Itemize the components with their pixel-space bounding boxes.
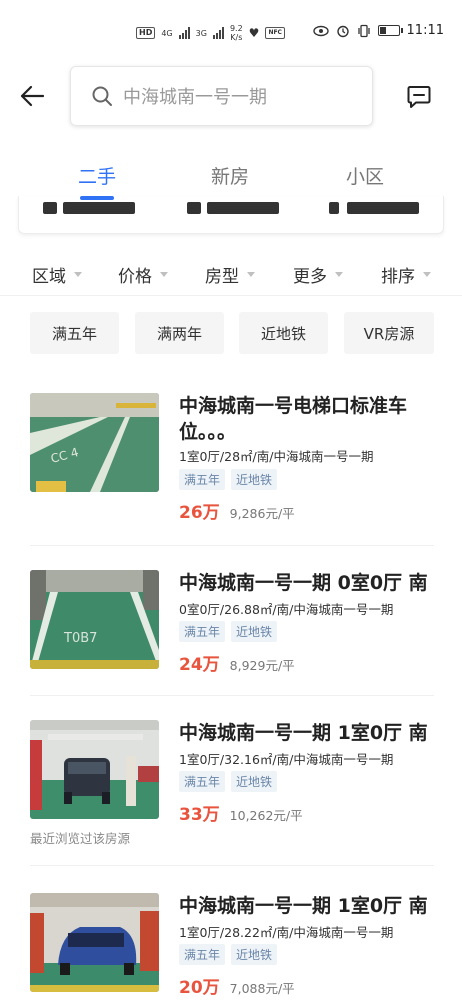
alarm-icon — [336, 25, 349, 37]
filter-more[interactable]: 更多 — [293, 262, 343, 287]
listing-divider — [30, 545, 434, 546]
listing-total-price: 26万 — [179, 503, 220, 523]
listing-item[interactable]: CC 4 中海城南一号电梯口标准车位。。。 1室0厅/28㎡/南/中海城南一号一… — [30, 393, 434, 523]
listing-tags: 满五年 近地铁 — [179, 771, 278, 792]
listing-info: 1室0厅/32.16㎡/南/中海城南一号一期 — [179, 752, 394, 767]
caret-down-icon — [160, 272, 168, 277]
listing-tag: 近地铁 — [231, 771, 278, 792]
listing-price: 20万 7,088元/平 — [179, 973, 295, 998]
search-input[interactable]: 中海城南一号一期 — [70, 66, 373, 126]
quick-tag-near-subway[interactable]: 近地铁 — [239, 312, 328, 354]
caret-down-icon — [247, 272, 255, 277]
tab-second-hand[interactable]: 二手 — [78, 162, 116, 189]
listing-price: 33万 10,262元/平 — [179, 800, 303, 825]
caret-down-icon — [335, 272, 343, 277]
clock: 11:11 — [406, 23, 444, 38]
listing-tag: 近地铁 — [231, 469, 278, 490]
status-bar: HD 4G 3G 9.2 K/s ♥ NFC 11:11 — [0, 0, 462, 60]
listing-tag: 满五年 — [179, 621, 226, 642]
listing-tag: 满五年 — [179, 771, 226, 792]
listing-unit-price: 9,286元/平 — [229, 506, 295, 521]
filter-bar: 区域 价格 房型 更多 排序 — [0, 250, 462, 296]
listing-total-price: 33万 — [179, 805, 220, 825]
listing-title: 中海城南一号一期 0室0厅 南 — [179, 572, 428, 594]
listing-unit-price: 7,088元/平 — [229, 981, 295, 996]
filter-sort[interactable]: 排序 — [381, 262, 431, 287]
signal-icon — [178, 27, 190, 39]
quick-tag-two-years[interactable]: 满两年 — [135, 312, 224, 354]
signal-icon-2 — [212, 27, 224, 39]
tab-community[interactable]: 小区 — [346, 162, 384, 189]
listing-tags: 满五年 近地铁 — [179, 621, 278, 642]
listing-tag: 近地铁 — [231, 944, 278, 965]
caret-down-icon — [423, 272, 431, 277]
listing-tag: 满五年 — [179, 944, 226, 965]
quick-tag-five-years[interactable]: 满五年 — [30, 312, 119, 354]
search-header: 中海城南一号一期 — [0, 64, 462, 128]
network-4g-label: 4G — [161, 28, 173, 38]
quick-tag-vr[interactable]: VR房源 — [344, 312, 434, 354]
listing-title: 中海城南一号一期 1室0厅 南 — [179, 895, 428, 917]
network-3g-label: 3G — [195, 28, 207, 38]
search-placeholder: 中海城南一号一期 — [123, 87, 267, 108]
network-speed: 9.2 K/s — [229, 24, 243, 42]
listing-unit-price: 10,262元/平 — [229, 808, 303, 823]
listing-divider — [30, 695, 434, 696]
listing-price: 26万 9,286元/平 — [179, 498, 295, 523]
listing-photo — [30, 893, 159, 992]
scrolled-shortcut-card — [18, 196, 444, 234]
listing-title: 中海城南一号电梯口标准车位。。。 — [179, 395, 408, 443]
listing-info: 1室0厅/28.22㎡/南/中海城南一号一期 — [179, 925, 394, 940]
eye-icon — [312, 25, 329, 36]
category-tabs: 二手 新房 小区 — [0, 150, 462, 200]
back-arrow-icon[interactable] — [18, 82, 46, 110]
filter-price[interactable]: 价格 — [118, 262, 168, 287]
listing-item[interactable]: 中海城南一号一期 1室0厅 南 1室0厅/28.22㎡/南/中海城南一号一期 满… — [30, 893, 434, 998]
quick-filter-tags: 满五年 满两年 近地铁 VR房源 — [0, 312, 462, 354]
hd-indicator: HD — [136, 27, 156, 39]
battery-icon — [377, 25, 403, 36]
listing-tag: 满五年 — [179, 469, 226, 490]
listing-photo: T0B7 — [30, 570, 159, 669]
listing-total-price: 24万 — [179, 655, 220, 675]
filter-area[interactable]: 区域 — [32, 262, 82, 287]
listing-tags: 满五年 近地铁 — [179, 469, 278, 490]
listing-tag: 近地铁 — [231, 621, 278, 642]
search-icon — [92, 86, 112, 106]
caret-down-icon — [74, 272, 82, 277]
listing-title: 中海城南一号一期 1室0厅 南 — [179, 722, 428, 744]
listing-item[interactable]: 中海城南一号一期 1室0厅 南 1室0厅/32.16㎡/南/中海城南一号一期 满… — [30, 720, 434, 825]
vibrate-icon — [357, 24, 370, 37]
listing-price: 24万 8,929元/平 — [179, 650, 295, 675]
message-icon[interactable] — [406, 84, 432, 110]
tab-new-house[interactable]: 新房 — [211, 162, 249, 189]
filter-layout[interactable]: 房型 — [205, 262, 255, 287]
listing-photo: CC 4 — [30, 393, 159, 492]
listing-info: 0室0厅/26.88㎡/南/中海城南一号一期 — [179, 602, 394, 617]
svg-text:T0B7: T0B7 — [63, 631, 97, 646]
listing-tags: 满五年 近地铁 — [179, 944, 278, 965]
listing-divider — [30, 865, 434, 866]
listing-item[interactable]: T0B7 中海城南一号一期 0室0厅 南 0室0厅/26.88㎡/南/中海城南一… — [30, 570, 434, 675]
nfc-indicator: NFC — [265, 27, 285, 39]
listing-unit-price: 8,929元/平 — [229, 658, 295, 673]
listing-photo — [30, 720, 159, 819]
heart-icon: ♥ — [248, 26, 260, 40]
recently-viewed-note: 最近浏览过该房源 — [30, 831, 131, 846]
listing-total-price: 20万 — [179, 978, 220, 998]
listing-info: 1室0厅/28㎡/南/中海城南一号一期 — [179, 449, 374, 464]
